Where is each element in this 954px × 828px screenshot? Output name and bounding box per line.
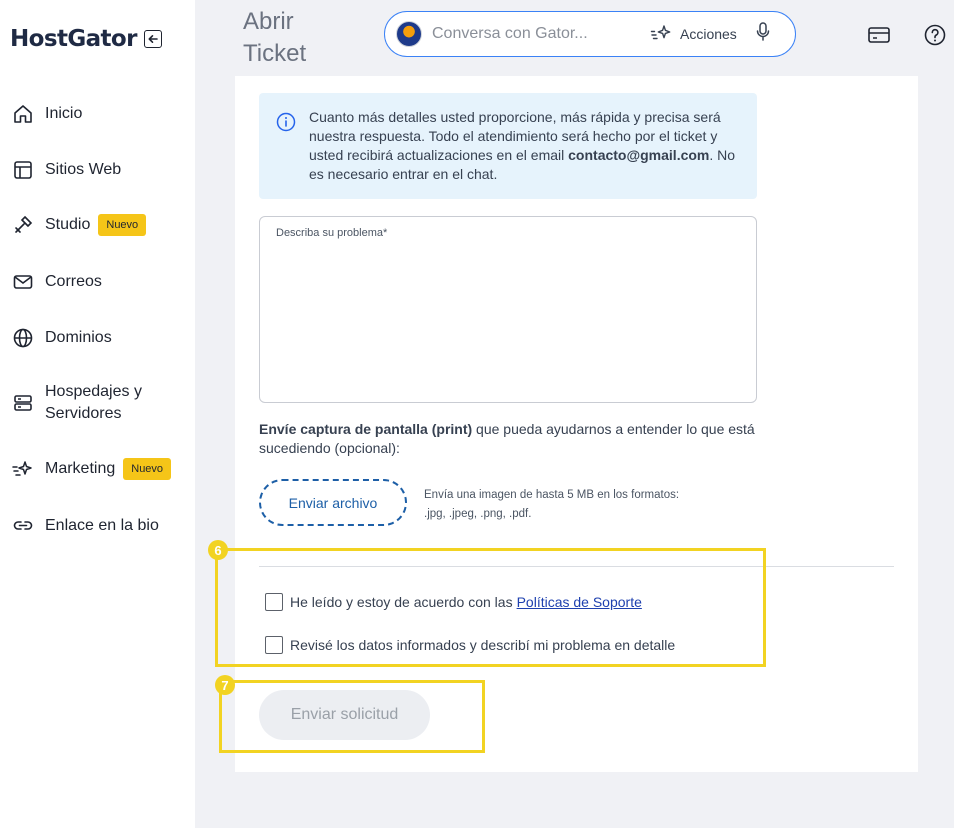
sidebar-item-label: Dominios bbox=[45, 329, 112, 346]
step-marker-6: 6 bbox=[208, 540, 228, 560]
actions-label: Acciones bbox=[680, 26, 737, 42]
page-title: Abrir Ticket bbox=[243, 6, 343, 70]
search-input[interactable]: Conversa con Gator... bbox=[432, 25, 642, 43]
collapse-sidebar-icon[interactable] bbox=[143, 30, 162, 48]
sidebar: HostGator Inicio Sitios Web Studio Nuevo… bbox=[0, 0, 195, 828]
info-text: Cuanto más detalles usted proporcione, m… bbox=[309, 108, 745, 184]
sidebar-item-label: Studio bbox=[45, 216, 91, 233]
upload-hint-line2: .jpg, .jpeg, .png, .pdf. bbox=[424, 508, 532, 520]
help-icon[interactable] bbox=[923, 23, 947, 52]
info-box: Cuanto más detalles usted proporcione, m… bbox=[259, 93, 757, 199]
upload-hint-line1: Envía una imagen de hasta 5 MB en los fo… bbox=[424, 489, 680, 501]
screenshot-instructions: Envíe captura de pantalla (print) que pu… bbox=[259, 420, 769, 458]
new-badge: Nuevo bbox=[123, 458, 172, 480]
sidebar-item-label: Correos bbox=[45, 273, 102, 290]
screenshot-bold-text: Envíe captura de pantalla (print) bbox=[259, 421, 473, 437]
sidebar-item-label: Marketing bbox=[45, 460, 116, 477]
gator-avatar-icon bbox=[396, 21, 422, 47]
sidebar-item-enlace-bio[interactable]: Enlace en la bio bbox=[11, 514, 159, 538]
sparkle-icon bbox=[11, 457, 35, 481]
actions-button[interactable]: Acciones bbox=[650, 23, 737, 46]
info-email: contacto@gmail.com bbox=[568, 147, 710, 163]
sidebar-item-label: Hospedajes y Servidores bbox=[45, 381, 142, 425]
mail-icon bbox=[11, 270, 35, 294]
sidebar-item-inicio[interactable]: Inicio bbox=[11, 102, 82, 126]
ticket-form-card: Cuanto más detalles usted proporcione, m… bbox=[235, 76, 918, 772]
home-icon bbox=[11, 102, 35, 126]
server-icon bbox=[11, 391, 35, 415]
microphone-icon[interactable] bbox=[755, 21, 771, 48]
sidebar-item-dominios[interactable]: Dominios bbox=[11, 326, 112, 350]
sidebar-item-sitios-web[interactable]: Sitios Web bbox=[11, 158, 121, 182]
sidebar-item-label: Inicio bbox=[45, 105, 83, 122]
page-title-line2: Ticket bbox=[243, 40, 307, 67]
sidebar-item-hospedajes[interactable]: Hospedajes y Servidores bbox=[11, 381, 142, 425]
highlight-box-6 bbox=[215, 548, 766, 667]
sidebar-item-label: Sitios Web bbox=[45, 161, 122, 178]
studio-icon bbox=[11, 213, 35, 237]
description-label: Describa su problema* bbox=[276, 227, 388, 239]
gator-chat-search[interactable]: Conversa con Gator... Acciones bbox=[384, 11, 796, 57]
new-badge: Nuevo bbox=[98, 214, 147, 236]
upload-file-button[interactable]: Enviar archivo bbox=[259, 479, 407, 526]
top-bar: Abrir Ticket Conversa con Gator... Accio… bbox=[195, 0, 954, 76]
website-icon bbox=[11, 158, 35, 182]
hostgator-logo[interactable]: HostGator bbox=[10, 26, 137, 52]
upload-hint: Envía una imagen de hasta 5 MB en los fo… bbox=[424, 486, 724, 524]
credit-card-icon[interactable] bbox=[867, 23, 891, 52]
problem-description-field[interactable]: Describa su problema* bbox=[259, 216, 757, 403]
highlight-box-7 bbox=[219, 680, 485, 753]
sidebar-item-marketing[interactable]: Marketing Nuevo bbox=[11, 457, 172, 481]
sparkle-icon bbox=[650, 23, 674, 46]
page-title-line1: Abrir bbox=[243, 8, 294, 35]
sidebar-item-correos[interactable]: Correos bbox=[11, 270, 102, 294]
step-marker-7: 7 bbox=[215, 675, 235, 695]
sidebar-label-line2: Servidores bbox=[45, 405, 122, 422]
globe-icon bbox=[11, 326, 35, 350]
link-icon bbox=[11, 514, 35, 538]
info-icon bbox=[276, 112, 296, 137]
logo-row: HostGator bbox=[10, 26, 162, 52]
sidebar-label-line1: Hospedajes y bbox=[45, 383, 142, 400]
sidebar-item-label: Enlace en la bio bbox=[45, 517, 159, 534]
sidebar-item-studio[interactable]: Studio Nuevo bbox=[11, 213, 147, 237]
